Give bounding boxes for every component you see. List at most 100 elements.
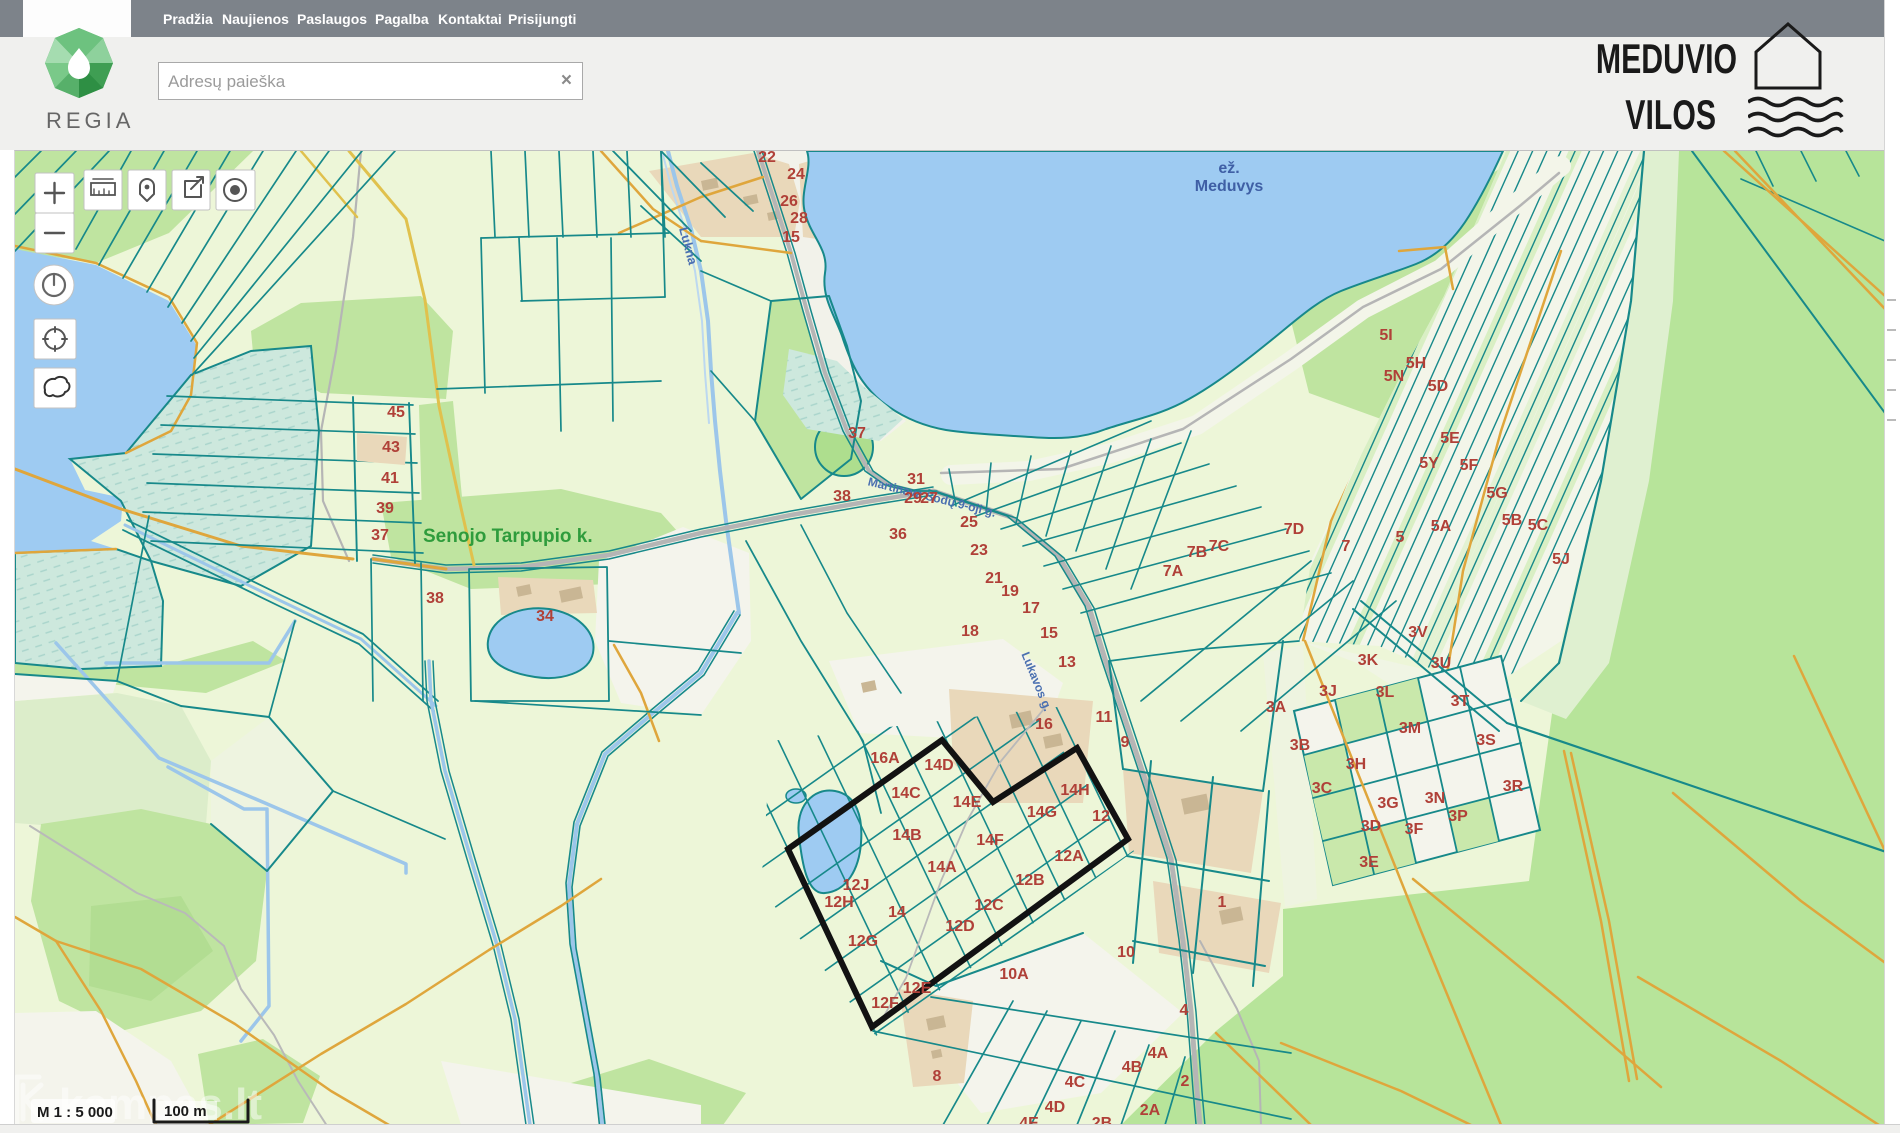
svg-text:3D: 3D xyxy=(1361,818,1381,835)
svg-text:3E: 3E xyxy=(1359,854,1379,871)
svg-text:14F: 14F xyxy=(976,832,1004,849)
svg-text:3T: 3T xyxy=(1451,693,1470,710)
svg-text:3H: 3H xyxy=(1346,756,1366,773)
svg-text:12: 12 xyxy=(1092,808,1110,825)
svg-text:15: 15 xyxy=(782,229,800,246)
svg-text:13: 13 xyxy=(1058,654,1076,671)
svg-text:22: 22 xyxy=(758,151,776,166)
svg-text:3A: 3A xyxy=(1266,699,1287,716)
svg-text:5N: 5N xyxy=(1384,368,1404,385)
svg-text:7B: 7B xyxy=(1187,544,1207,561)
svg-text:1: 1 xyxy=(1218,894,1227,911)
svg-text:39: 39 xyxy=(376,500,394,517)
svg-text:3V: 3V xyxy=(1408,624,1428,641)
svg-text:10A: 10A xyxy=(999,966,1029,983)
svg-text:3J: 3J xyxy=(1319,683,1337,700)
svg-text:41: 41 xyxy=(381,470,399,487)
svg-text:14H: 14H xyxy=(1060,782,1089,799)
svg-text:18: 18 xyxy=(961,623,979,640)
svg-text:7C: 7C xyxy=(1209,538,1230,555)
svg-text:19: 19 xyxy=(1001,583,1019,600)
svg-text:5D: 5D xyxy=(1428,378,1448,395)
svg-text:12B: 12B xyxy=(1015,872,1044,889)
svg-text:3M: 3M xyxy=(1399,720,1421,737)
svg-text:5G: 5G xyxy=(1486,485,1507,502)
svg-text:43: 43 xyxy=(382,439,400,456)
svg-text:15: 15 xyxy=(1040,625,1058,642)
svg-text:12J: 12J xyxy=(843,877,870,894)
svg-text:3F: 3F xyxy=(1405,821,1424,838)
svg-text:16: 16 xyxy=(1035,716,1053,733)
svg-text:38: 38 xyxy=(833,488,851,505)
svg-text:14: 14 xyxy=(888,904,906,921)
svg-text:4B: 4B xyxy=(1122,1059,1142,1076)
svg-text:5F: 5F xyxy=(1460,457,1479,474)
svg-text:14E: 14E xyxy=(953,794,982,811)
svg-text:4D: 4D xyxy=(1045,1099,1065,1116)
svg-text:37: 37 xyxy=(371,527,389,544)
svg-text:100 m: 100 m xyxy=(164,1103,207,1120)
svg-text:9: 9 xyxy=(1121,734,1130,751)
svg-text:5E: 5E xyxy=(1440,430,1460,447)
svg-text:28: 28 xyxy=(790,210,808,227)
svg-text:7A: 7A xyxy=(1163,563,1184,580)
svg-text:4: 4 xyxy=(1180,1002,1189,1019)
svg-text:24: 24 xyxy=(787,166,805,183)
svg-text:3G: 3G xyxy=(1377,795,1398,812)
svg-text:2: 2 xyxy=(1181,1073,1190,1090)
svg-text:5H: 5H xyxy=(1406,355,1426,372)
svg-text:3N: 3N xyxy=(1425,790,1445,807)
svg-text:4C: 4C xyxy=(1065,1074,1086,1091)
svg-text:14G: 14G xyxy=(1027,804,1057,821)
svg-text:27: 27 xyxy=(920,490,938,507)
svg-text:12D: 12D xyxy=(945,918,974,935)
svg-text:8: 8 xyxy=(933,1068,942,1085)
svg-text:5: 5 xyxy=(1396,529,1405,546)
svg-text:Senojo Tarpupio k.: Senojo Tarpupio k. xyxy=(423,526,593,547)
svg-text:12H: 12H xyxy=(824,894,853,911)
svg-text:45: 45 xyxy=(387,404,405,421)
svg-text:3L: 3L xyxy=(1376,684,1395,701)
svg-text:3R: 3R xyxy=(1503,778,1524,795)
svg-text:3U: 3U xyxy=(1431,655,1451,672)
svg-text:3P: 3P xyxy=(1448,808,1468,825)
svg-text:26: 26 xyxy=(780,193,798,210)
svg-text:5J: 5J xyxy=(1552,551,1570,568)
svg-text:10: 10 xyxy=(1117,944,1135,961)
svg-text:25: 25 xyxy=(960,514,978,531)
svg-text:3C: 3C xyxy=(1312,780,1333,797)
svg-text:Meduvys: Meduvys xyxy=(1195,178,1264,195)
svg-text:7D: 7D xyxy=(1284,521,1304,538)
svg-text:14B: 14B xyxy=(892,827,921,844)
svg-text:37: 37 xyxy=(848,425,866,442)
svg-text:5A: 5A xyxy=(1431,518,1452,535)
svg-text:5C: 5C xyxy=(1528,517,1549,534)
svg-text:M 1 : 5 000: M 1 : 5 000 xyxy=(37,1104,113,1121)
svg-text:14A: 14A xyxy=(927,859,957,876)
svg-text:3B: 3B xyxy=(1290,737,1310,754)
svg-text:2A: 2A xyxy=(1140,1102,1161,1119)
svg-text:12C: 12C xyxy=(974,897,1004,914)
svg-text:23: 23 xyxy=(970,542,988,559)
svg-text:3K: 3K xyxy=(1358,652,1379,669)
svg-text:5Y: 5Y xyxy=(1419,455,1439,472)
svg-text:34: 34 xyxy=(536,608,554,625)
svg-text:16A: 16A xyxy=(870,750,900,767)
svg-text:ež.: ež. xyxy=(1218,160,1239,177)
svg-text:38: 38 xyxy=(426,590,444,607)
svg-text:7: 7 xyxy=(1342,538,1351,555)
svg-text:17: 17 xyxy=(1022,600,1040,617)
svg-text:11: 11 xyxy=(1096,709,1113,726)
svg-text:14D: 14D xyxy=(924,757,953,774)
svg-text:12G: 12G xyxy=(848,933,878,950)
svg-text:31: 31 xyxy=(907,471,925,488)
svg-text:4A: 4A xyxy=(1148,1045,1169,1062)
svg-text:12F: 12F xyxy=(871,995,899,1012)
svg-text:3S: 3S xyxy=(1476,732,1496,749)
svg-text:5I: 5I xyxy=(1379,327,1392,344)
svg-text:14C: 14C xyxy=(891,785,921,802)
svg-text:12A: 12A xyxy=(1054,848,1084,865)
svg-text:12E: 12E xyxy=(903,980,932,997)
svg-text:5B: 5B xyxy=(1502,512,1522,529)
svg-text:36: 36 xyxy=(889,526,907,543)
